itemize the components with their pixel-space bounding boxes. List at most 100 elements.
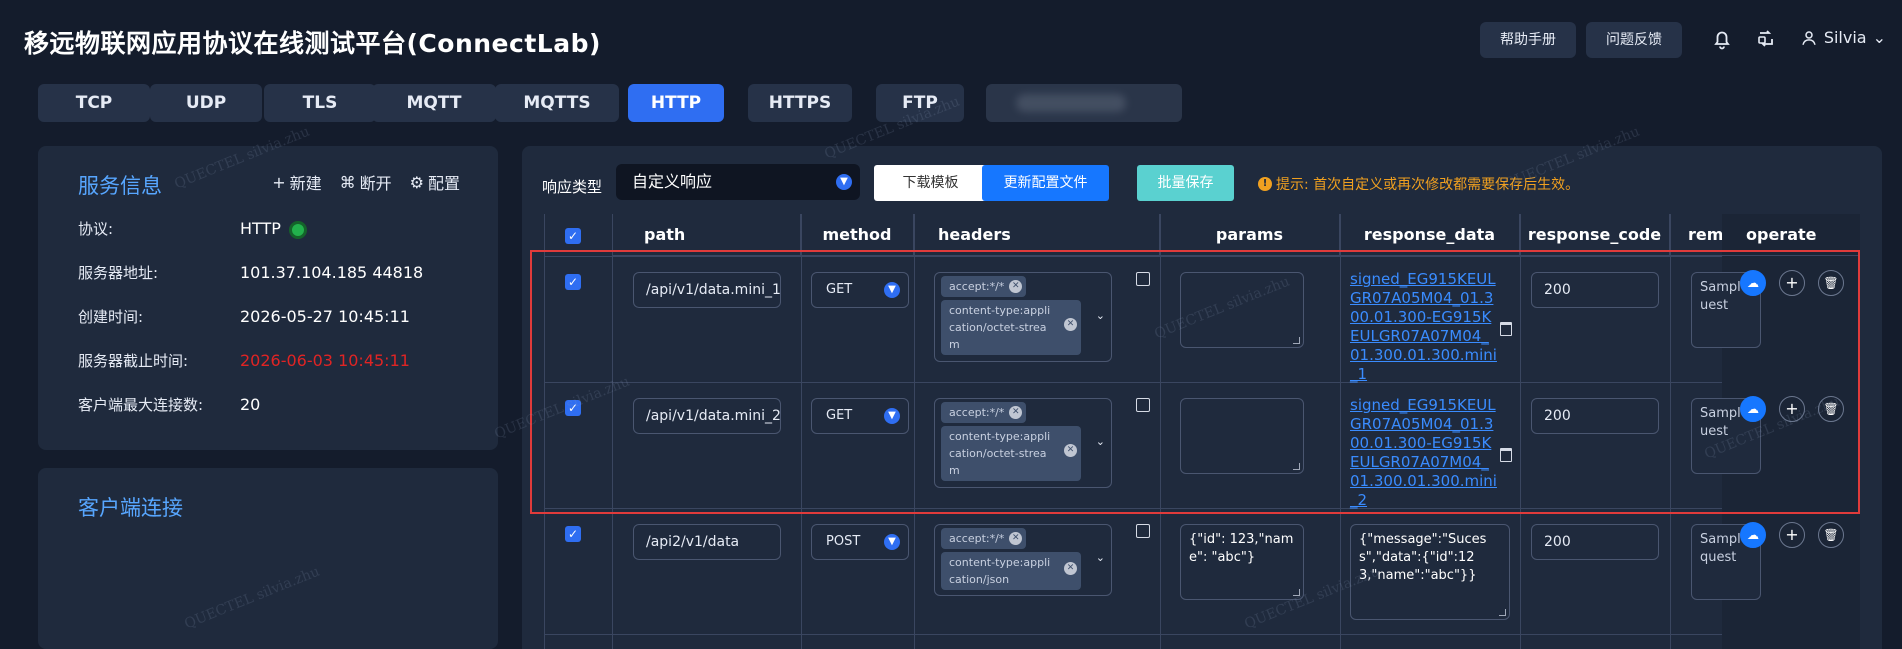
- resize-handle[interactable]: [1499, 609, 1506, 616]
- add-row-button[interactable]: +: [1779, 270, 1805, 296]
- tab-udp[interactable]: UDP: [150, 84, 262, 122]
- delete-row-button[interactable]: 🗑: [1818, 522, 1844, 548]
- method-select[interactable]: GET ▼: [811, 272, 909, 308]
- response-data-textarea[interactable]: {"message":"Sucess","data":{"id":123,"na…: [1350, 524, 1510, 620]
- switch-icon[interactable]: [1754, 27, 1778, 51]
- bell-icon[interactable]: [1710, 27, 1734, 51]
- row-checkbox[interactable]: ✓: [565, 400, 581, 416]
- resize-handle[interactable]: [1293, 589, 1300, 596]
- update-config-button[interactable]: 更新配置文件: [982, 165, 1109, 201]
- disconnect-button[interactable]: ⌘ 断开: [340, 170, 392, 194]
- maxconn-label: 客户端最大连接数:: [78, 396, 204, 414]
- edit-icon[interactable]: [1136, 398, 1150, 412]
- user-menu[interactable]: Silvia ⌄: [1800, 28, 1886, 47]
- gear-icon: ⚙: [409, 172, 424, 192]
- add-row-button[interactable]: +: [1779, 396, 1805, 422]
- user-icon: [1802, 30, 1816, 45]
- address-row: 服务器地址: 101.37.104.185 44818: [78, 262, 423, 283]
- upload-cloud-icon[interactable]: ☁: [1740, 396, 1766, 422]
- chevron-down-icon[interactable]: ⌄: [1096, 551, 1105, 564]
- close-icon[interactable]: ✕: [1064, 318, 1077, 331]
- select-all-checkbox[interactable]: ✓: [565, 228, 581, 244]
- response-type-label: 响应类型: [542, 178, 603, 196]
- resize-handle[interactable]: [1293, 463, 1300, 470]
- chevron-down-icon[interactable]: ⌄: [1096, 435, 1105, 448]
- new-button[interactable]: + 新建: [272, 170, 321, 194]
- created-label: 创建时间:: [78, 308, 144, 326]
- headers-box[interactable]: accept:*/* ✕ content-type:appli cation/oc…: [934, 272, 1112, 362]
- params-textarea[interactable]: {"id": 123,"name": "abc"}: [1180, 524, 1304, 600]
- close-icon[interactable]: ✕: [1009, 532, 1023, 545]
- delete-file-icon[interactable]: [1500, 322, 1512, 336]
- tab-ftp[interactable]: FTP: [876, 84, 964, 122]
- delete-file-icon[interactable]: [1500, 448, 1512, 462]
- tab-mqtt[interactable]: MQTT: [372, 84, 496, 122]
- expire-row: 服务器截止时间: 2026-06-03 10:45:11: [78, 350, 410, 371]
- protocol-value: HTTP: [240, 219, 281, 238]
- col-header-path: path: [612, 214, 801, 256]
- add-row-button[interactable]: +: [1779, 522, 1805, 548]
- response-type-select[interactable]: 自定义响应 ▼: [616, 164, 860, 200]
- delete-row-button[interactable]: 🗑: [1818, 396, 1844, 422]
- service-info-title: 服务信息: [78, 174, 162, 198]
- path-input[interactable]: /api2/v1/data: [633, 524, 781, 560]
- col-header-method: method: [801, 214, 914, 256]
- feedback-button[interactable]: 问题反馈: [1586, 22, 1682, 58]
- upload-cloud-icon[interactable]: ☁: [1740, 522, 1766, 548]
- grid-line: [612, 214, 613, 649]
- row-checkbox[interactable]: ✓: [565, 526, 581, 542]
- response-file-link[interactable]: signed_EG915KEULGR07A05M04_01.300.01.300…: [1350, 396, 1498, 510]
- headers-box[interactable]: accept:*/* ✕ content-type:appli cation/js…: [934, 524, 1112, 596]
- download-template-button[interactable]: 下载模板: [874, 165, 987, 201]
- close-icon[interactable]: ✕: [1064, 444, 1077, 457]
- chevron-down-icon: ▼: [884, 534, 900, 550]
- response-code-input[interactable]: 200: [1531, 398, 1659, 434]
- edit-icon[interactable]: [1136, 524, 1150, 538]
- batch-save-button[interactable]: 批量保存: [1137, 165, 1234, 201]
- response-file-link[interactable]: signed_EG915KEULGR07A05M04_01.300.01.300…: [1350, 270, 1498, 384]
- response-code-input[interactable]: 200: [1531, 524, 1659, 560]
- tab-http[interactable]: HTTP: [628, 84, 724, 122]
- close-icon[interactable]: ✕: [1009, 406, 1023, 419]
- upload-cloud-icon[interactable]: ☁: [1740, 270, 1766, 296]
- tab-tls[interactable]: TLS: [264, 84, 376, 122]
- tip-text: 提示: 首次自定义或再次修改都需要保存后生效。: [1276, 177, 1580, 193]
- help-manual-button[interactable]: 帮助手册: [1480, 22, 1576, 58]
- header-tag: content-type:appli cation/octet-strea m ✕: [941, 426, 1081, 481]
- resize-handle[interactable]: [1293, 337, 1300, 344]
- tab-tcp[interactable]: TCP: [38, 84, 150, 122]
- close-icon[interactable]: ✕: [1009, 280, 1023, 293]
- maxconn-value: 20: [240, 395, 261, 414]
- response-code-input[interactable]: 200: [1531, 272, 1659, 308]
- path-input[interactable]: /api/v1/data.mini_2: [633, 398, 781, 434]
- plus-icon: +: [272, 172, 286, 192]
- headers-box[interactable]: accept:*/* ✕ content-type:appli cation/oc…: [934, 398, 1112, 488]
- delete-row-button[interactable]: 🗑: [1818, 270, 1844, 296]
- tab-mqtts[interactable]: MQTTS: [495, 84, 619, 122]
- col-header-operate: operate: [1722, 214, 1860, 256]
- created-row: 创建时间: 2026-05-27 10:45:11: [78, 306, 410, 327]
- maxconn-row: 客户端最大连接数: 20: [78, 394, 260, 415]
- warning-icon: !: [1258, 177, 1272, 191]
- config-button[interactable]: ⚙ 配置: [410, 170, 460, 194]
- method-select[interactable]: POST ▼: [811, 524, 909, 560]
- expire-label: 服务器截止时间:: [78, 352, 189, 370]
- grid-line: [1340, 214, 1341, 649]
- col-header-response-code: response_code: [1520, 214, 1670, 256]
- edit-icon[interactable]: [1136, 272, 1150, 286]
- row-checkbox[interactable]: ✓: [565, 274, 581, 290]
- address-label: 服务器地址:: [78, 264, 159, 282]
- params-textarea[interactable]: [1180, 272, 1304, 348]
- chevron-down-icon: ▼: [884, 408, 900, 424]
- close-icon[interactable]: ✕: [1064, 562, 1077, 575]
- tab-https[interactable]: HTTPS: [748, 84, 852, 122]
- chevron-down-icon: ⌄: [1872, 28, 1886, 47]
- params-textarea[interactable]: [1180, 398, 1304, 474]
- routes-table: ✓ path method headers params response_da…: [544, 214, 1860, 649]
- row-divider: [545, 382, 1860, 383]
- path-input[interactable]: /api/v1/data.mini_1: [633, 272, 781, 308]
- chevron-down-icon[interactable]: ⌄: [1096, 309, 1105, 322]
- redaction-blur: [1016, 94, 1126, 112]
- method-select[interactable]: GET ▼: [811, 398, 909, 434]
- tab-redacted[interactable]: [986, 84, 1182, 122]
